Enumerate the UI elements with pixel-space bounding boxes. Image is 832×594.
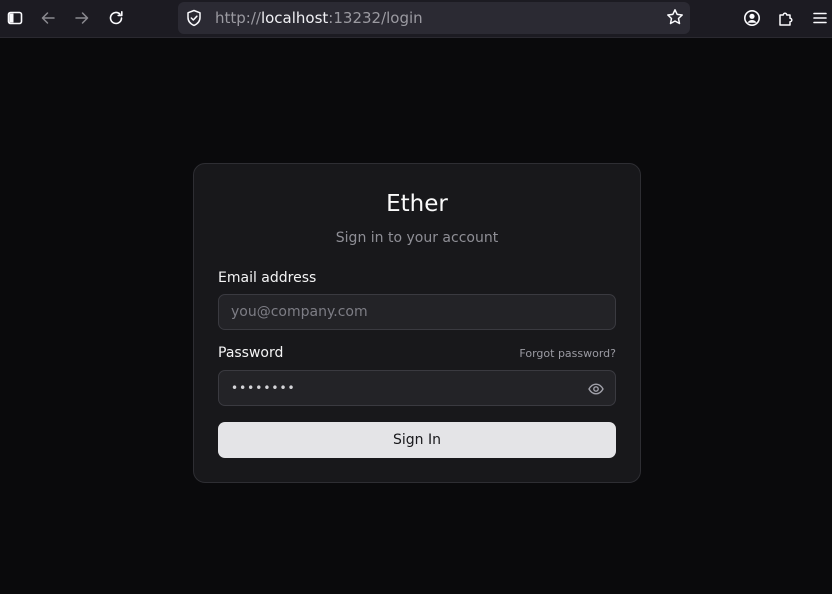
app-title: Ether [386, 191, 448, 217]
menu-icon[interactable] [806, 5, 832, 31]
url-host: localhost [260, 9, 329, 27]
show-password-eye-icon[interactable] [587, 380, 605, 398]
bookmark-star-icon[interactable] [666, 8, 684, 30]
browser-toolbar: http://localhost:13232/login [0, 0, 832, 38]
address-bar[interactable]: http://localhost:13232/login [178, 2, 690, 34]
password-label: Password [218, 345, 284, 361]
reload-icon[interactable] [102, 5, 130, 31]
email-field-wrapper [218, 294, 616, 330]
shield-icon[interactable] [186, 9, 202, 31]
url-scheme: http:// [215, 9, 261, 27]
extensions-icon[interactable] [772, 5, 800, 31]
password-field[interactable] [219, 371, 615, 405]
password-field-wrapper [218, 370, 616, 406]
back-icon[interactable] [34, 5, 62, 31]
url-text[interactable]: http://localhost:13232/login [215, 9, 423, 27]
account-icon[interactable] [738, 5, 766, 31]
email-field[interactable] [219, 295, 615, 329]
forward-icon[interactable] [68, 5, 96, 31]
sidebar-toggle-icon[interactable] [1, 5, 29, 31]
forgot-password-link[interactable]: Forgot password? [519, 347, 616, 361]
email-label: Email address [218, 270, 317, 286]
login-card: Ether Sign in to your account Email addr… [193, 163, 641, 483]
url-path: :13232/login [328, 9, 423, 27]
login-subtitle: Sign in to your account [335, 230, 499, 246]
sign-in-button[interactable]: Sign In [218, 422, 616, 458]
